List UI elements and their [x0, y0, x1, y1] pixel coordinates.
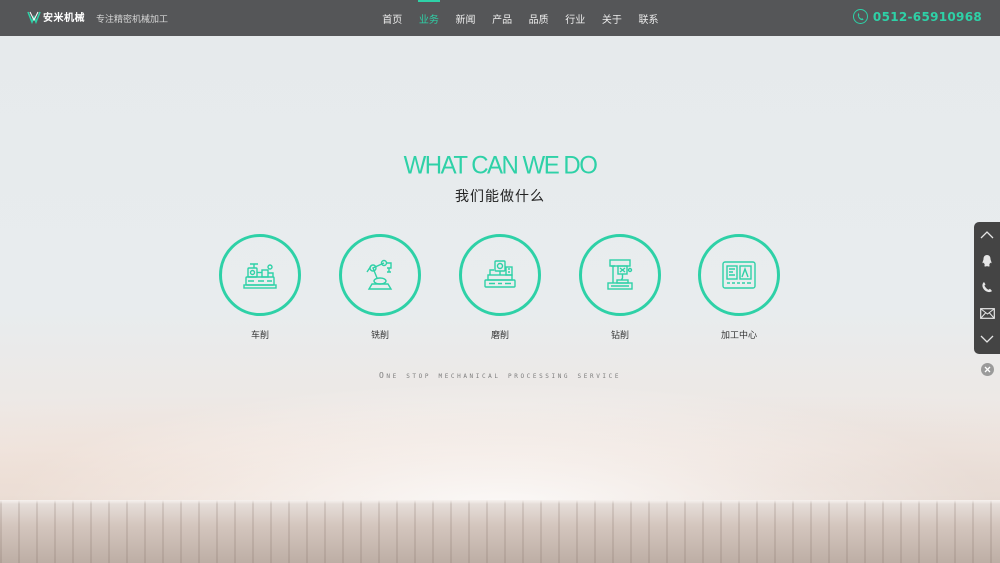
drilling-machine-icon: [607, 259, 633, 290]
service-label: 钻削: [610, 331, 629, 341]
scroll-up-button[interactable]: [974, 222, 1000, 248]
section-title-en: WHAT CAN WE DO: [403, 151, 598, 180]
service-item-machining-center[interactable]: 加工中心: [698, 234, 780, 341]
logo-mark-icon: [27, 11, 41, 24]
service-label: 车削: [250, 331, 269, 341]
header-phone[interactable]: 0512-65910968: [852, 9, 982, 24]
lathe-icon: [243, 263, 277, 289]
nav-item-quality[interactable]: 品质: [520, 0, 557, 36]
service-label: 铣削: [370, 331, 389, 341]
phone-icon: [982, 282, 992, 293]
service-circle[interactable]: [219, 234, 301, 316]
nav-item-contact[interactable]: 联系: [630, 0, 667, 36]
nav-item-industry[interactable]: 行业: [557, 0, 594, 36]
brand-name: 安米机械: [43, 13, 85, 24]
section-tagline: One stop mechanical processing service: [378, 371, 622, 380]
nav-item-about[interactable]: 关于: [594, 0, 631, 36]
background-haze: [0, 380, 1000, 510]
qq-icon: [982, 255, 992, 267]
section-title-cn: 我们能做什么: [455, 189, 545, 205]
service-circle[interactable]: [579, 234, 661, 316]
scroll-up-icon: [980, 231, 994, 239]
mail-icon: [979, 307, 995, 319]
service-label: 加工中心: [720, 331, 757, 341]
scroll-down-icon: [980, 335, 994, 343]
qq-button[interactable]: [974, 248, 1000, 274]
service-label: 磨削: [490, 331, 509, 341]
nav-item-news[interactable]: 新闻: [447, 0, 484, 36]
background-floor: [0, 500, 1000, 563]
grinding-machine-icon: [484, 260, 516, 288]
nav-item-products[interactable]: 产品: [484, 0, 521, 36]
side-toolbar: [974, 222, 1000, 354]
service-item-turning[interactable]: 车削: [219, 234, 301, 341]
service-item-grinding[interactable]: 磨削: [459, 234, 541, 341]
close-icon: [984, 366, 991, 373]
brand-slogan: 专注精密机械加工: [96, 15, 169, 25]
machining-center-icon: [722, 261, 756, 289]
service-item-milling[interactable]: 铣削: [339, 234, 421, 341]
service-circle[interactable]: [698, 234, 780, 316]
service-item-drilling[interactable]: 钻削: [579, 234, 661, 341]
main-nav: 首页 业务 新闻 产品 品质 行业 关于 联系: [374, 0, 667, 36]
mail-button[interactable]: [974, 300, 1000, 326]
scroll-down-button[interactable]: [974, 326, 1000, 352]
top-header: 安米机械 专注精密机械加工 首页 业务 新闻 产品 品质 行业 关于 联系 05…: [0, 0, 1000, 36]
nav-item-business[interactable]: 业务: [411, 0, 448, 36]
phone-button[interactable]: [974, 274, 1000, 300]
nav-item-home[interactable]: 首页: [374, 0, 411, 36]
side-toolbar-close-button[interactable]: [981, 363, 994, 376]
milling-robot-icon: [366, 259, 393, 290]
logo[interactable]: 安米机械: [27, 9, 85, 24]
service-circle[interactable]: [459, 234, 541, 316]
service-circle[interactable]: [339, 234, 421, 316]
phone-number: 0512-65910968: [872, 9, 982, 24]
phone-icon: [852, 9, 868, 24]
